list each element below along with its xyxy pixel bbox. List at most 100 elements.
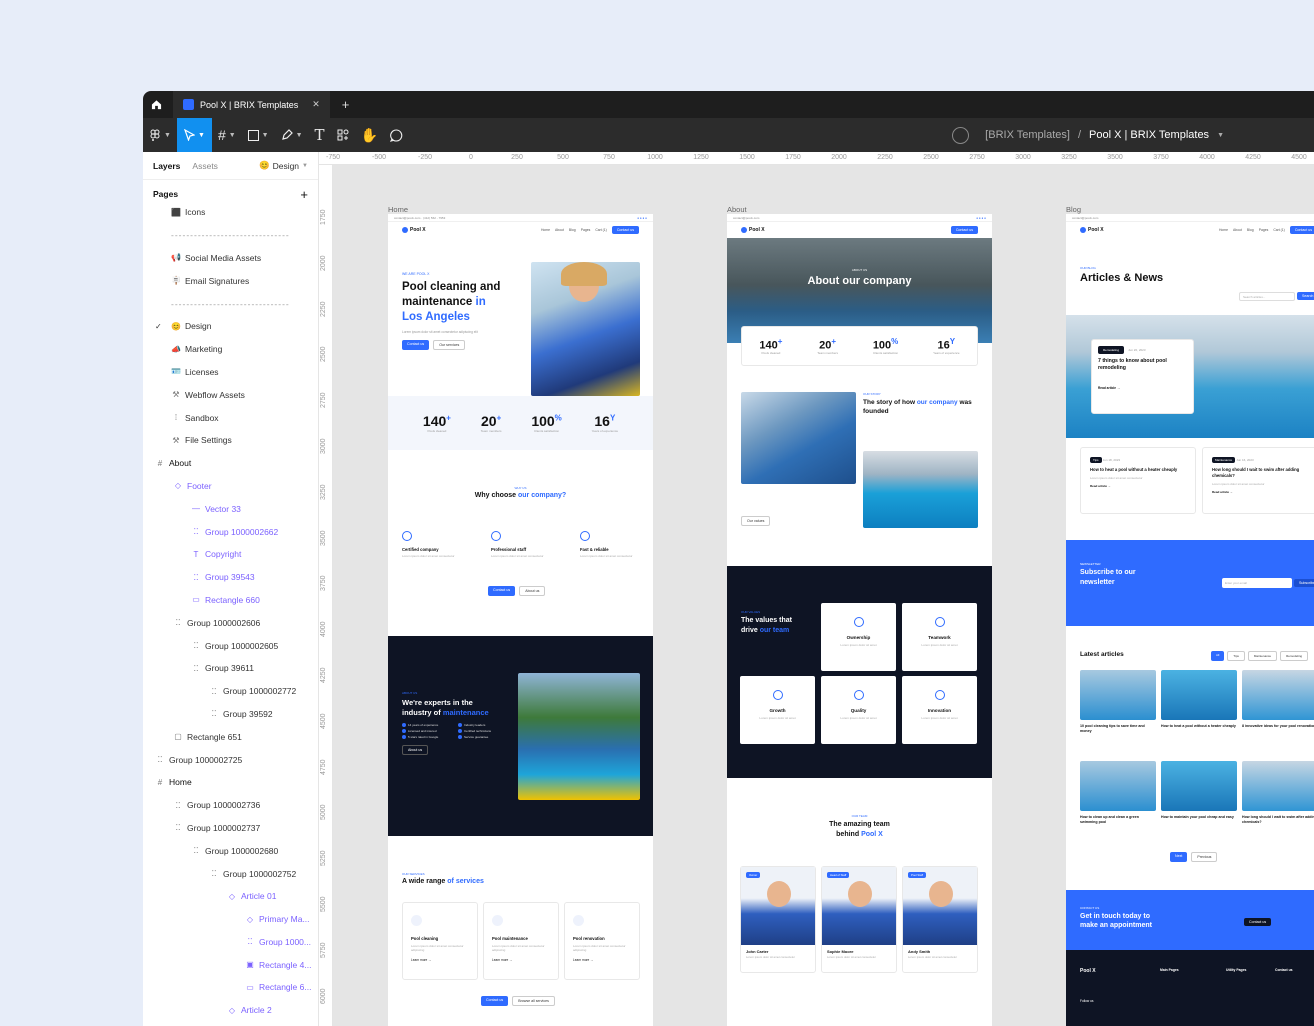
ruler-tick-label: 0 bbox=[469, 154, 473, 161]
ruler-tick-label: 2250 bbox=[877, 154, 893, 161]
blog-frame[interactable]: contact@poolx.com● ● ● ● Pool X HomeAbou… bbox=[1066, 214, 1314, 1026]
blog-search-input: Search articles... bbox=[1239, 292, 1295, 301]
layer-row[interactable]: ⁚⁚ Group 1000... bbox=[143, 931, 318, 954]
layer-row[interactable]: ▢ Rectangle 651 bbox=[143, 725, 318, 748]
add-page-button[interactable]: + bbox=[300, 187, 308, 202]
layer-row[interactable]: ◇ Article 2 bbox=[143, 999, 318, 1022]
layer-row[interactable]: ⁞ Sandbox bbox=[143, 406, 318, 429]
latest-title: Latest articles bbox=[1080, 651, 1124, 658]
layer-label: Group 39611 bbox=[205, 663, 254, 674]
layer-label: ------------------------------- bbox=[171, 298, 290, 309]
about-frame[interactable]: contact@poolx.com ● ● ● ● Pool X Contact … bbox=[727, 214, 992, 1026]
home-icon[interactable] bbox=[143, 91, 169, 118]
feature-item: Fast & reliable Lorem ipsum dolor sit ame… bbox=[580, 531, 653, 558]
layer-row[interactable]: 🪧 Email Signatures bbox=[143, 269, 318, 292]
layer-row[interactable]: ⁚⁚ Group 1000002737 bbox=[143, 817, 318, 840]
layer-label: Group 1000002662 bbox=[205, 526, 279, 537]
layer-row[interactable]: 🪪 Licenses bbox=[143, 361, 318, 384]
layer-row[interactable]: # About bbox=[143, 452, 318, 475]
file-tab[interactable]: Pool X | BRIX Templates ✕ bbox=[173, 91, 330, 118]
layer-list: ⬛ Icons ------------------------------- 📢 So… bbox=[143, 201, 318, 1022]
layer-row[interactable]: # Home bbox=[143, 771, 318, 794]
breadcrumb-team[interactable]: [BRIX Templates] bbox=[985, 129, 1070, 141]
value-card: Innovation Lorem ipsum dolor sit amet bbox=[902, 676, 977, 744]
layer-row[interactable]: ⁚⁚ Group 1000002772 bbox=[143, 680, 318, 703]
layer-row[interactable]: ▣ Rectangle 4... bbox=[143, 953, 318, 976]
layer-row[interactable]: ⁚⁚ Group 39543 bbox=[143, 566, 318, 589]
frame-label-about[interactable]: About bbox=[727, 205, 747, 214]
resources-tool-button[interactable] bbox=[331, 118, 355, 152]
home-frame[interactable]: contact@poolx.com · (412) 562 - 7953 ● ●… bbox=[388, 214, 653, 1026]
shape-tool-button[interactable]: ▼ bbox=[242, 118, 275, 152]
canvas[interactable]: Home contact@poolx.com · (412) 562 - 795… bbox=[333, 165, 1314, 1026]
new-tab-button[interactable]: + bbox=[342, 97, 350, 112]
frame-tool-button[interactable]: # ▼ bbox=[212, 118, 242, 152]
layer-row[interactable]: ⬛ Icons bbox=[143, 201, 318, 224]
layer-row[interactable]: T Copyright bbox=[143, 543, 318, 566]
layer-label: Group 1000... bbox=[259, 936, 311, 947]
layer-row[interactable]: ⁚⁚ Group 1000002662 bbox=[143, 520, 318, 543]
tab-layers[interactable]: Layers bbox=[153, 161, 180, 171]
layer-row[interactable]: ⁚⁚ Group 1000002605 bbox=[143, 634, 318, 657]
ruler-tick-label: 2750 bbox=[320, 392, 327, 409]
layer-row[interactable]: ▭ Rectangle 660 bbox=[143, 589, 318, 612]
toolbar: ▼ ▼ # ▼ ▼ ▼ T ✋ [BRIX Templates] / Pool … bbox=[143, 118, 1314, 152]
layer-row[interactable]: ⁚⁚ Group 1000002680 bbox=[143, 839, 318, 862]
ruler-tick-label: 3250 bbox=[1061, 154, 1077, 161]
move-tool-button[interactable]: ▼ bbox=[176, 118, 212, 152]
figma-menu-icon bbox=[150, 129, 160, 141]
value-card: Growth Lorem ipsum dolor sit amet bbox=[740, 676, 815, 744]
layer-row[interactable]: ⁚⁚ Group 1000002725 bbox=[143, 748, 318, 771]
layer-type-icon: ⁚⁚ bbox=[175, 823, 181, 833]
layer-label: Webflow Assets bbox=[185, 389, 245, 400]
separator-row[interactable]: ------------------------------- bbox=[143, 292, 318, 315]
article-thumbnail bbox=[1080, 670, 1156, 720]
footer-col-utility: Utility Pages bbox=[1226, 968, 1247, 972]
close-tab-icon[interactable]: ✕ bbox=[312, 99, 320, 110]
cta-text: CONTACT US Get in touch today to make an … bbox=[1080, 906, 1152, 930]
layer-row[interactable]: ⁚⁚ Group 1000002736 bbox=[143, 794, 318, 817]
stat-item: 20+ Team members bbox=[817, 336, 838, 356]
page-dropdown[interactable]: 😊 Design ▼ bbox=[259, 160, 308, 171]
layer-row[interactable]: ⚒ File Settings bbox=[143, 429, 318, 452]
tab-assets[interactable]: Assets bbox=[192, 161, 218, 171]
layer-row[interactable]: ◇ Footer bbox=[143, 475, 318, 498]
layer-row[interactable]: ⚒ Webflow Assets bbox=[143, 383, 318, 406]
left-ruler: 1750 2000 2250 2500 2750 3000 3250 3500 3750 4000… bbox=[319, 165, 333, 1026]
layer-row[interactable]: 📣 Marketing bbox=[143, 338, 318, 361]
layer-type-icon: ⁚⁚ bbox=[193, 527, 199, 537]
layer-row[interactable]: ◇ Primary Ma... bbox=[143, 908, 318, 931]
layer-row[interactable]: ◇ Article 01 bbox=[143, 885, 318, 908]
hero-text: Lorem ipsum dolor sit amet consectetur a… bbox=[402, 330, 478, 334]
comment-tool-button[interactable] bbox=[384, 118, 409, 152]
chevron-down-icon: ▼ bbox=[228, 131, 236, 139]
layer-label: About bbox=[169, 458, 192, 469]
layer-row[interactable]: ⁚⁚ Group 1000002606 bbox=[143, 611, 318, 634]
layer-row[interactable]: ⁚⁚ Group 1000002752 bbox=[143, 862, 318, 885]
separator-row[interactable]: ------------------------------- bbox=[143, 224, 318, 247]
check-circle-icon bbox=[458, 735, 462, 739]
layer-row[interactable]: 📢 Social Media Assets bbox=[143, 247, 318, 270]
why-about-button: About us bbox=[519, 586, 546, 596]
layer-type-icon: # bbox=[157, 458, 163, 468]
ruler-tick-label: 2000 bbox=[831, 154, 847, 161]
frame-label-blog[interactable]: Blog bbox=[1066, 205, 1081, 214]
breadcrumb-file[interactable]: Pool X | BRIX Templates bbox=[1089, 129, 1209, 141]
latest-article: 8 innovative ideas for your pool renovat… bbox=[1242, 670, 1314, 729]
service-card: Pool cleaning Lorem ipsum dolor sit amet … bbox=[402, 902, 478, 980]
frame-label-home[interactable]: Home bbox=[388, 205, 408, 214]
main-menu-button[interactable]: ▼ bbox=[143, 118, 177, 152]
service-icon bbox=[492, 915, 503, 926]
hand-tool-button[interactable]: ✋ bbox=[355, 118, 384, 152]
layer-row[interactable]: — Vector 33 bbox=[143, 497, 318, 520]
check-circle-icon bbox=[458, 723, 462, 727]
chevron-down-icon[interactable]: ▼ bbox=[1217, 132, 1224, 139]
text-tool-button[interactable]: T bbox=[309, 118, 331, 152]
layer-row[interactable]: ▭ Rectangle 6... bbox=[143, 976, 318, 999]
pen-tool-button[interactable]: ▼ bbox=[275, 118, 309, 152]
layer-row[interactable]: ⁚⁚ Group 39592 bbox=[143, 703, 318, 726]
footer-col-contact: Contact us bbox=[1275, 968, 1293, 972]
feature-icon bbox=[402, 531, 412, 541]
layer-row[interactable]: ✓ 😊 Design bbox=[143, 315, 318, 338]
layer-row[interactable]: ⁚⁚ Group 39611 bbox=[143, 657, 318, 680]
